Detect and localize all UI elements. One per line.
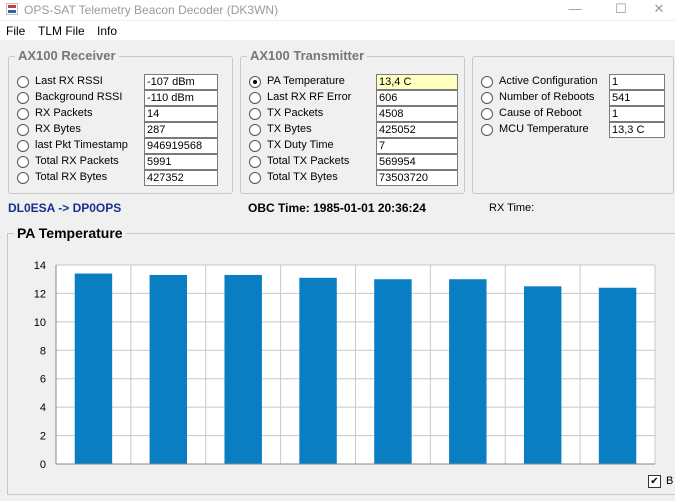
bar <box>449 279 487 464</box>
bar <box>374 279 412 464</box>
bar <box>598 287 637 464</box>
bar <box>74 273 113 464</box>
bar <box>299 277 337 464</box>
chart-option-checkbox[interactable]: ✔ <box>648 475 661 488</box>
y-tick-label: 2 <box>40 431 46 443</box>
y-tick-label: 6 <box>40 374 46 386</box>
bar <box>523 286 562 464</box>
pa-temperature-chart: 0 2 4 6 8 10 12 14 <box>34 260 656 471</box>
y-tick-label: 14 <box>34 260 46 272</box>
y-tick-label: 12 <box>34 288 46 300</box>
y-tick-label: 10 <box>34 317 46 329</box>
chart-option-label: B <box>666 475 674 487</box>
y-tick-label: 4 <box>40 402 46 414</box>
bar <box>224 274 262 464</box>
y-tick-label: 0 <box>40 459 46 471</box>
y-tick-label: 8 <box>40 345 46 357</box>
bar <box>149 274 188 464</box>
